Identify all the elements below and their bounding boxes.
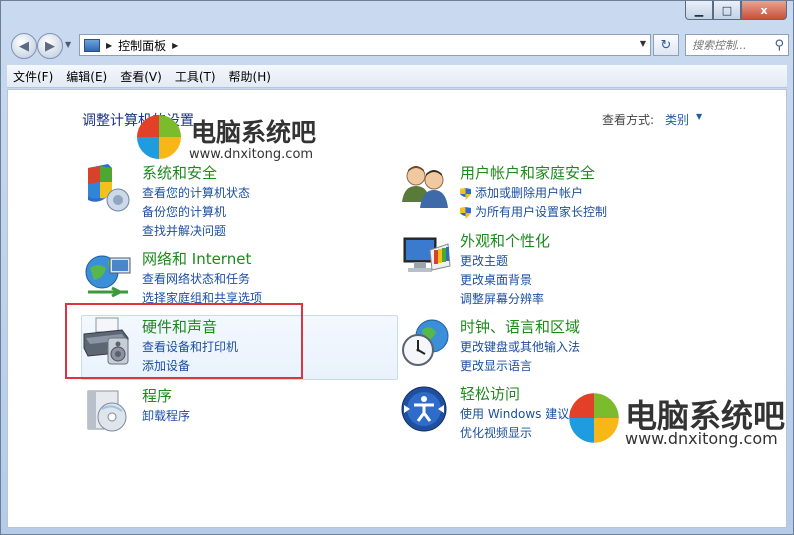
users-icon: [402, 166, 448, 208]
navigation-bar: ◀ ▶ ▼ ▶ 控制面板 ▶ ▼ ↻ ⚲: [7, 31, 789, 59]
programs-disc-icon: [87, 390, 127, 432]
category-title[interactable]: 时钟、语言和区域: [460, 316, 580, 337]
link-network-status[interactable]: 查看网络状态和任务: [142, 270, 262, 289]
content-pane: 调整计算机的设置 查看方式: 类别 ▼ 系统和安全 查看您的计算机状态 备份您的…: [7, 89, 787, 528]
category-title[interactable]: 用户帐户和家庭安全: [460, 162, 595, 183]
link-change-keyboard[interactable]: 更改键盘或其他输入法: [460, 338, 580, 357]
refresh-button[interactable]: ↻: [653, 34, 679, 56]
forward-button[interactable]: ▶: [37, 33, 63, 59]
category-links: 卸载程序: [142, 407, 190, 426]
monitor-palette-icon: [403, 237, 451, 272]
link-screen-resolution[interactable]: 调整屏幕分辨率: [460, 290, 544, 309]
control-panel-window: ▁ □ x ◀ ▶ ▼ ▶ 控制面板 ▶ ▼ ↻ ⚲ 文件(F) 编辑(E) 查…: [0, 0, 794, 535]
watermark-text: 电脑系统吧: [191, 118, 317, 147]
globe-network-icon: [85, 255, 131, 298]
arrow-right-icon: ▶: [45, 38, 55, 54]
category-links: 添加或删除用户帐户 为所有用户设置家长控制: [460, 184, 607, 222]
category-title[interactable]: 外观和个性化: [460, 230, 550, 251]
category-links: 更改键盘或其他输入法 更改显示语言: [460, 338, 580, 376]
breadcrumb-control-panel[interactable]: 控制面板: [118, 37, 166, 54]
maximize-button[interactable]: □: [713, 1, 741, 20]
back-button[interactable]: ◀: [11, 33, 37, 59]
search-icon[interactable]: ⚲: [774, 38, 784, 53]
link-backup-computer[interactable]: 备份您的计算机: [142, 203, 250, 222]
chevron-down-icon[interactable]: ▼: [696, 112, 702, 121]
link-text[interactable]: 为所有用户设置家长控制: [475, 203, 607, 222]
address-dropdown-icon[interactable]: ▼: [640, 39, 646, 48]
uac-shield-icon: [460, 187, 471, 200]
link-display-language[interactable]: 更改显示语言: [460, 357, 580, 376]
windows-logo-icon: [569, 393, 619, 443]
link-change-theme[interactable]: 更改主题: [460, 252, 544, 271]
shield-pc-icon: [88, 164, 130, 212]
search-input[interactable]: [690, 37, 768, 53]
category-title[interactable]: 程序: [142, 385, 172, 406]
watermark-url: www.dnxitong.com: [625, 429, 778, 448]
watermark-top: 电脑系统吧 www.dnxitong.com: [135, 113, 345, 169]
view-by-dropdown[interactable]: 类别: [665, 111, 689, 128]
close-button[interactable]: x: [741, 1, 787, 20]
windows-logo-icon: [137, 115, 181, 159]
link-view-computer-status[interactable]: 查看您的计算机状态: [142, 184, 250, 203]
menu-view[interactable]: 查看(V): [114, 68, 169, 85]
menu-edit[interactable]: 编辑(E): [60, 68, 114, 85]
menu-help[interactable]: 帮助(H): [223, 68, 278, 85]
link-change-wallpaper[interactable]: 更改桌面背景: [460, 271, 544, 290]
view-by-label: 查看方式:: [602, 113, 655, 127]
link-add-remove-accounts[interactable]: 添加或删除用户帐户: [460, 184, 607, 203]
clock-globe-icon: [402, 319, 449, 366]
address-bar[interactable]: ▶ 控制面板 ▶ ▼: [79, 34, 651, 56]
menu-tools[interactable]: 工具(T): [169, 68, 223, 85]
arrow-left-icon: ◀: [19, 38, 29, 54]
uac-shield-icon: [460, 206, 471, 219]
link-text[interactable]: 添加或删除用户帐户: [475, 184, 583, 203]
search-box[interactable]: ⚲: [685, 34, 789, 56]
menu-bar: 文件(F) 编辑(E) 查看(V) 工具(T) 帮助(H): [7, 65, 787, 88]
ease-of-access-icon: [401, 386, 447, 432]
link-troubleshoot[interactable]: 查找并解决问题: [142, 222, 250, 241]
breadcrumb-chevron-icon[interactable]: ▶: [172, 41, 178, 50]
watermark-url: www.dnxitong.com: [189, 147, 314, 162]
recent-pages-dropdown[interactable]: ▼: [65, 40, 71, 49]
link-parental-controls[interactable]: 为所有用户设置家长控制: [460, 203, 607, 222]
menu-file[interactable]: 文件(F): [7, 68, 60, 85]
control-panel-icon: [84, 38, 100, 52]
minimize-button[interactable]: ▁: [685, 1, 713, 20]
category-links: 查看您的计算机状态 备份您的计算机 查找并解决问题: [142, 184, 250, 241]
category-title[interactable]: 轻松访问: [460, 383, 520, 404]
watermark-bottom: 电脑系统吧 www.dnxitong.com: [567, 391, 787, 451]
link-uninstall-program[interactable]: 卸载程序: [142, 407, 190, 426]
window-caption-buttons: ▁ □ x: [685, 1, 787, 20]
refresh-icon: ↻: [660, 37, 672, 53]
red-highlight-box: [65, 303, 303, 379]
category-links: 更改主题 更改桌面背景 调整屏幕分辨率: [460, 252, 544, 309]
category-title[interactable]: 网络和 Internet: [142, 248, 251, 269]
breadcrumb-chevron-icon[interactable]: ▶: [106, 41, 112, 50]
